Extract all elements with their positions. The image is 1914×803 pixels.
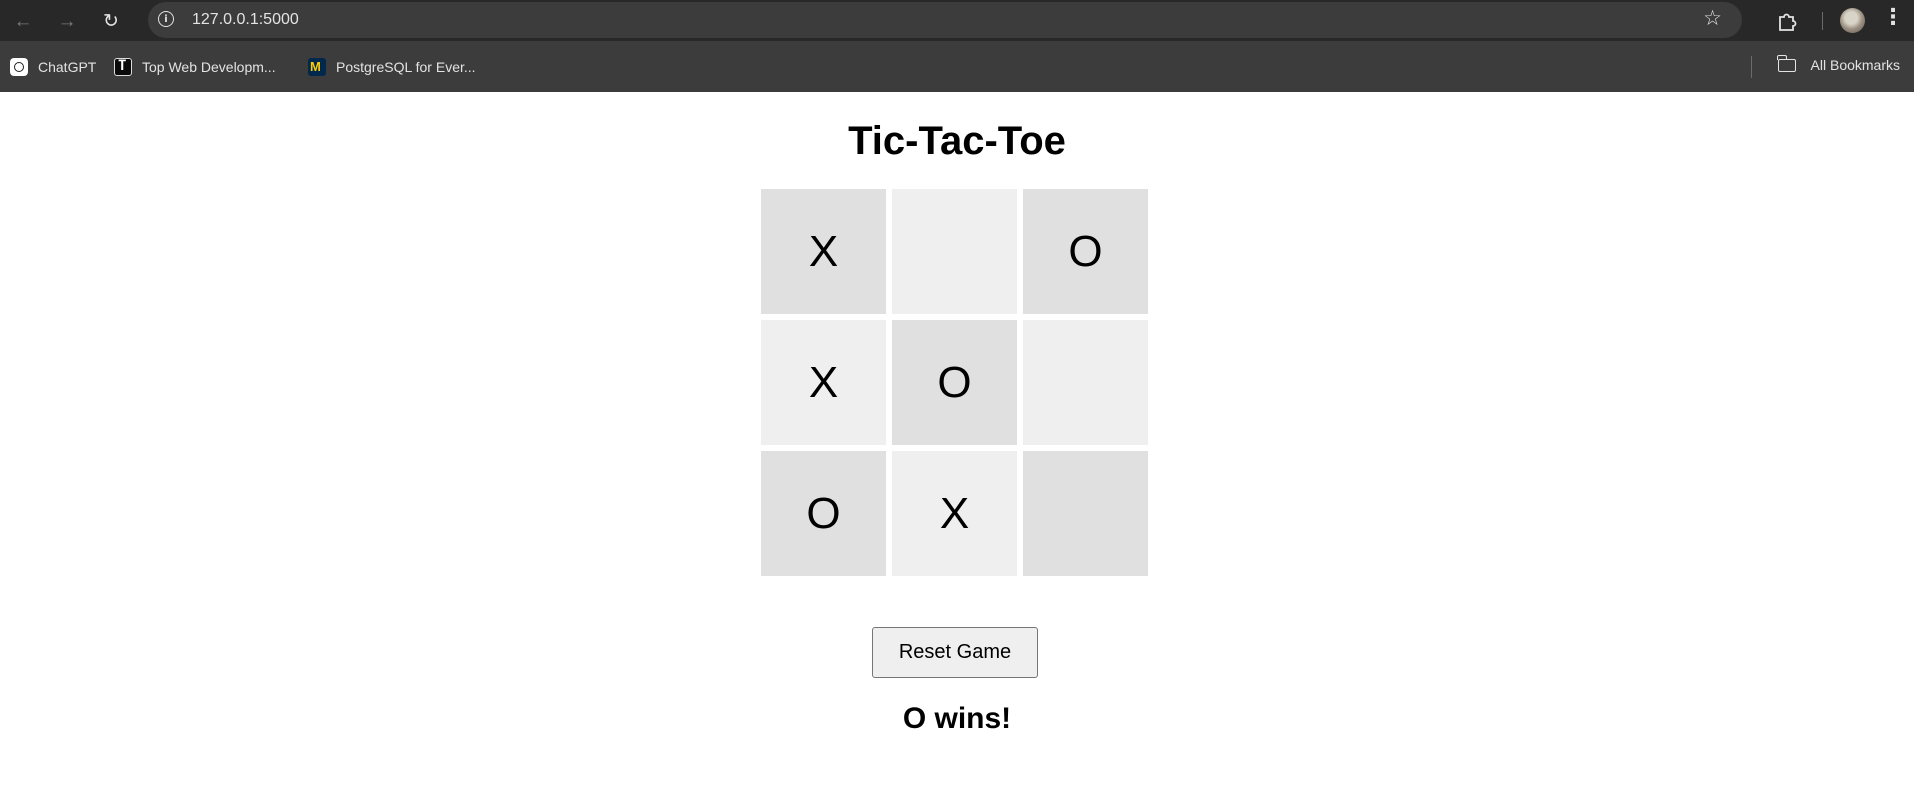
board-cell[interactable]: O (892, 320, 1017, 445)
site-info-icon[interactable]: i (158, 11, 174, 27)
board-cell[interactable]: X (892, 451, 1017, 576)
bookmark-label: ChatGPT (38, 59, 97, 75)
top-web-dev-icon (114, 58, 132, 76)
menu-kebab-icon[interactable]: ⋮ (1882, 7, 1904, 29)
chatgpt-icon (10, 58, 28, 76)
board-cell[interactable] (1023, 451, 1148, 576)
reload-icon[interactable]: ↻ (98, 8, 124, 34)
toolbar-separator (1822, 12, 1823, 30)
umich-icon (308, 58, 326, 76)
game-status: O wins! (902, 702, 1012, 735)
profile-avatar[interactable] (1840, 8, 1865, 33)
board-cell[interactable]: O (1023, 189, 1148, 314)
folder-icon[interactable] (1777, 55, 1796, 72)
url-text[interactable]: 127.0.0.1:5000 (192, 11, 299, 29)
reset-game-button[interactable]: Reset Game (872, 627, 1038, 678)
forward-arrow-icon[interactable]: → (54, 8, 80, 34)
back-arrow-icon[interactable]: ← (10, 8, 36, 34)
bookmark-postgresql[interactable]: PostgreSQL for Ever... (308, 57, 476, 77)
browser-chrome: ← → ↻ i 127.0.0.1:5000 ☆ ⋮ ChatGPT Top W… (0, 0, 1914, 92)
address-bar[interactable]: i 127.0.0.1:5000 ☆ (148, 2, 1742, 38)
board-cell[interactable] (892, 189, 1017, 314)
browser-toolbar: ← → ↻ i 127.0.0.1:5000 ☆ ⋮ (0, 0, 1914, 41)
bookmark-chatgpt[interactable]: ChatGPT (10, 57, 96, 77)
bookmark-label: Top Web Developm... (142, 59, 276, 75)
page-title: Tic-Tac-Toe (848, 119, 1066, 163)
board-cell[interactable]: X (761, 320, 886, 445)
extensions-icon[interactable] (1774, 8, 1800, 34)
board-cell[interactable] (1023, 320, 1148, 445)
bookmark-star-icon[interactable]: ☆ (1703, 8, 1722, 29)
toolbar-right: ⋮ (1754, 0, 1914, 41)
game-board: X O X O O X (761, 189, 1148, 576)
bookmarks-divider (1751, 56, 1752, 78)
board-cell[interactable]: O (761, 451, 886, 576)
page-content: Tic-Tac-Toe X O X O O X Reset Game O win… (0, 92, 1914, 803)
all-bookmarks-button[interactable]: All Bookmarks (1811, 57, 1900, 73)
board-cell[interactable]: X (761, 189, 886, 314)
bookmark-top-web-dev[interactable]: Top Web Developm... (114, 57, 276, 77)
bookmark-label: PostgreSQL for Ever... (336, 59, 476, 75)
bookmarks-bar: ChatGPT Top Web Developm... PostgreSQL f… (0, 41, 1914, 92)
